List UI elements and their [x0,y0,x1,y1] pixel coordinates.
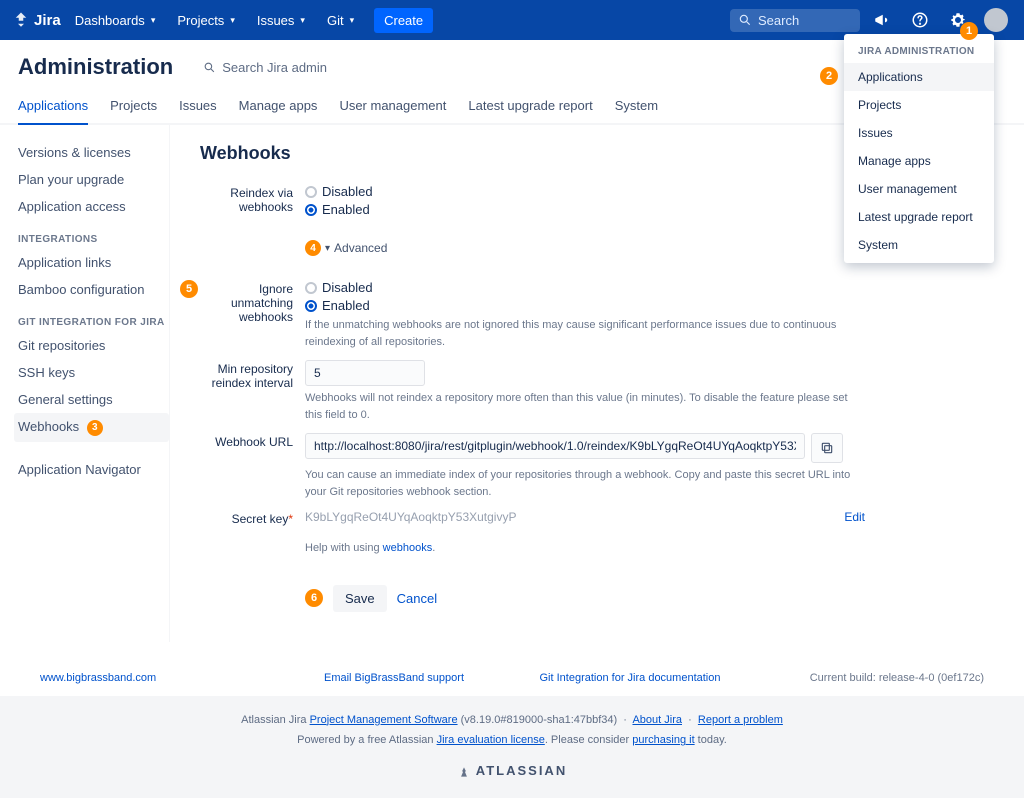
jira-footer: Atlassian Jira Project Management Softwa… [0,696,1024,798]
dropdown-header: JIRA ADMINISTRATION [844,38,994,63]
eval-license-link[interactable]: Jira evaluation license [437,734,545,746]
webhook-url-help: You can cause an immediate index of your… [305,467,865,500]
dropdown-issues[interactable]: Issues [844,119,994,147]
reindex-label: Reindex via webhooks [200,184,305,214]
bbb-link[interactable]: www.bigbrassband.com [40,672,156,684]
build-info: Current build: release-4-0 (0ef172c) [748,672,984,684]
sidebar-app-links[interactable]: Application links [14,249,169,276]
secret-label: Secret key* [200,510,305,526]
help-icon[interactable] [904,4,936,36]
settings-icon[interactable]: 1 [942,4,974,36]
tab-upgrade-report[interactable]: Latest upgrade report [468,88,592,123]
sidebar-webhooks[interactable]: Webhooks 3 [14,413,169,442]
save-button[interactable]: Save [333,585,387,612]
search-icon [738,13,752,27]
tab-manage-apps[interactable]: Manage apps [239,88,318,123]
tab-user-management[interactable]: User management [339,88,446,123]
dropdown-user-management[interactable]: User management [844,175,994,203]
atlassian-logo: ATLASSIAN [14,759,1010,784]
dropdown-upgrade-report[interactable]: Latest upgrade report [844,203,994,231]
webhooks-help-link[interactable]: webhooks [383,542,433,554]
jira-logo[interactable]: Jira [12,11,61,29]
callout-2: 2 [820,67,838,85]
callout-4: 4 [305,240,321,256]
feedback-icon[interactable] [866,4,898,36]
admin-title: Administration [18,54,173,80]
about-jira-link[interactable]: About Jira [632,714,682,726]
dropdown-system[interactable]: System [844,231,994,259]
pms-link[interactable]: Project Management Software [310,714,458,726]
purchase-link[interactable]: purchasing it [632,734,694,746]
dropdown-manage-apps[interactable]: Manage apps [844,147,994,175]
ignore-enabled-radio[interactable]: Enabled [305,298,865,313]
sidebar-general-settings[interactable]: General settings [14,386,169,413]
min-interval-label: Min repository reindex interval [200,360,305,390]
nav-dashboards[interactable]: Dashboards [67,7,164,34]
callout-3: 3 [87,420,103,436]
product-footer-links: www.bigbrassband.com Email BigBrassBand … [0,642,1024,696]
sidebar-versions[interactable]: Versions & licenses [14,139,169,166]
jira-icon [12,11,30,29]
question-icon [911,11,929,29]
sidebar-ssh-keys[interactable]: SSH keys [14,359,169,386]
admin-search[interactable]: Search Jira admin [203,60,327,75]
ignore-label: Ignore unmatching webhooks [200,280,305,324]
sidebar-gij-header: GIT INTEGRATION FOR JIRA [14,303,169,332]
megaphone-icon [873,11,891,29]
sidebar-git-repos[interactable]: Git repositories [14,332,169,359]
search-icon [203,61,216,74]
sidebar-app-access[interactable]: Application access [14,193,169,220]
report-problem-link[interactable]: Report a problem [698,714,783,726]
sidebar-plan-upgrade[interactable]: Plan your upgrade [14,166,169,193]
nav-issues[interactable]: Issues [249,7,313,34]
webhook-url-input[interactable] [305,433,805,459]
tab-applications[interactable]: Applications [18,88,88,125]
min-interval-input[interactable] [305,360,425,386]
dropdown-applications[interactable]: 2 Applications [844,63,994,91]
advanced-toggle[interactable]: 4 ▾ Advanced [305,240,865,256]
nav-projects[interactable]: Projects [169,7,243,34]
sidebar-integrations-header: INTEGRATIONS [14,220,169,249]
sidebar: Versions & licenses Plan your upgrade Ap… [0,125,170,642]
admin-dropdown: JIRA ADMINISTRATION 2 Applications Proje… [844,34,994,263]
atlassian-icon [457,765,471,779]
secret-value: K9bLYgqReOt4UYqAoqktpY53XutgivyP [305,510,834,524]
docs-link[interactable]: Git Integration for Jira documentation [540,672,721,684]
sidebar-app-navigator[interactable]: Application Navigator [14,456,169,483]
sidebar-bamboo[interactable]: Bamboo configuration [14,276,169,303]
min-interval-help: Webhooks will not reindex a repository m… [305,390,865,423]
user-avatar[interactable] [980,4,1012,36]
callout-5: 5 [180,280,198,298]
dropdown-projects[interactable]: Projects [844,91,994,119]
copy-icon [820,441,834,455]
cancel-link[interactable]: Cancel [397,591,437,606]
edit-secret-link[interactable]: Edit [844,510,865,524]
callout-6: 6 [305,589,323,607]
ignore-disabled-radio[interactable]: Disabled [305,280,865,295]
global-search[interactable]: Search [730,9,860,32]
nav-git[interactable]: Git [319,7,362,34]
copy-button[interactable] [811,433,843,463]
reindex-disabled-radio[interactable]: Disabled [305,184,865,199]
help-text: Help with using webhooks. [305,540,865,557]
reindex-enabled-radio[interactable]: Enabled [305,202,865,217]
webhook-url-label: Webhook URL [200,433,305,449]
tab-issues[interactable]: Issues [179,88,217,123]
ignore-help: If the unmatching webhooks are not ignor… [305,317,865,350]
tab-projects[interactable]: Projects [110,88,157,123]
tab-system[interactable]: System [615,88,658,123]
create-button[interactable]: Create [374,8,433,33]
callout-1: 1 [960,22,978,40]
email-support-link[interactable]: Email BigBrassBand support [324,672,464,684]
